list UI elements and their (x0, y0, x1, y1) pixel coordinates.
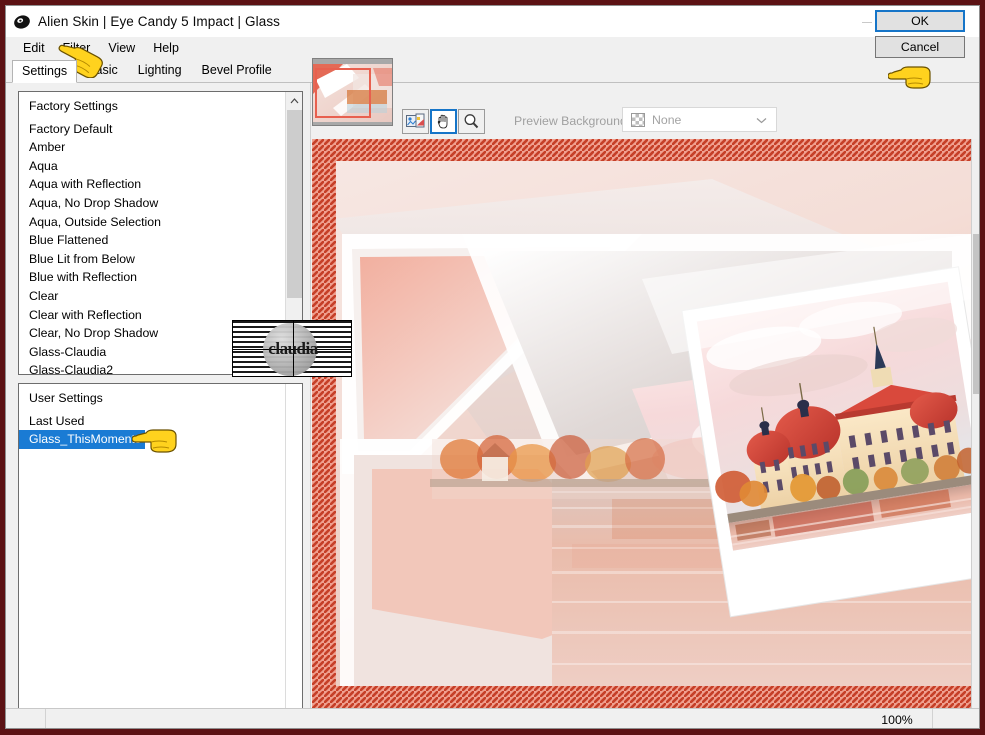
preview-background-label: Preview Background: (514, 114, 631, 128)
menu-help[interactable]: Help (144, 39, 188, 57)
user-list-scrollbar[interactable] (285, 384, 302, 728)
preview-scrollbar[interactable] (971, 139, 979, 708)
zoom-level-readout: 100% (881, 713, 913, 727)
pan-hand-icon[interactable] (430, 109, 457, 134)
alienskin-icon (12, 11, 34, 33)
navigator-thumbnail[interactable] (312, 58, 393, 126)
tab-basic[interactable]: Basic (77, 59, 128, 82)
user-settings-list[interactable]: User Settings Last Used Glass_ThisMoment… (18, 383, 303, 728)
factory-settings-header: Factory Settings (29, 99, 118, 113)
user-settings-header: User Settings (29, 391, 103, 405)
dialog-buttons: OK Cancel (875, 10, 965, 58)
scrollbar-thumb[interactable] (287, 110, 302, 298)
list-item[interactable]: Blue Lit from Below (19, 250, 302, 269)
window-title: Alien Skin | Eye Candy 5 Impact | Glass (38, 14, 281, 29)
list-item[interactable]: Blue Flattened (19, 231, 302, 250)
window-inner: Alien Skin | Eye Candy 5 Impact | Glass … (5, 5, 980, 729)
preview-toolbar: Preview Background: None (312, 58, 979, 139)
list-item-glass-thismoments[interactable]: Glass_ThisMoments (19, 430, 146, 449)
preview-compare-icon[interactable] (402, 109, 429, 134)
tab-lighting[interactable]: Lighting (128, 59, 192, 82)
title-bar: Alien Skin | Eye Candy 5 Impact | Glass (6, 6, 979, 37)
status-bar: 100% (6, 708, 979, 729)
tab-strip: Settings Basic Lighting Bevel Profile (6, 59, 979, 83)
navigator-viewport-rect[interactable] (315, 68, 371, 118)
list-item[interactable]: Aqua, Outside Selection (19, 213, 302, 232)
tab-bevel-profile[interactable]: Bevel Profile (192, 59, 282, 82)
status-cell-left (6, 708, 46, 728)
ok-button[interactable]: OK (875, 10, 965, 32)
tab-settings[interactable]: Settings (12, 60, 78, 83)
status-cell-main (46, 708, 933, 728)
zoom-magnifier-icon[interactable] (458, 109, 485, 134)
list-item[interactable]: Factory Default (19, 120, 302, 139)
cancel-button[interactable]: Cancel (875, 36, 965, 58)
list-item[interactable]: Aqua (19, 157, 302, 176)
status-cell-right (933, 709, 979, 729)
list-item[interactable]: Blue with Reflection (19, 268, 302, 287)
settings-panel: Factory Settings Factory Default Amber A… (6, 83, 311, 728)
watermark-text: claudia (268, 339, 318, 358)
menu-view[interactable]: View (99, 39, 144, 57)
preview-artwork (312, 139, 972, 708)
scroll-up-arrow[interactable] (286, 92, 302, 109)
menu-edit[interactable]: Edit (14, 39, 54, 57)
preview-panel: Preview Background: None (312, 58, 979, 708)
claudia-watermark: claudia (232, 320, 352, 377)
list-item[interactable]: Aqua, No Drop Shadow (19, 194, 302, 213)
menu-bar: Edit Filter View Help (6, 37, 979, 59)
preview-background-value: None (652, 112, 682, 127)
window-frame: Alien Skin | Eye Candy 5 Impact | Glass … (0, 0, 985, 735)
preview-background-select[interactable]: None (622, 107, 777, 132)
list-item-last-used[interactable]: Last Used (19, 412, 302, 431)
checker-swatch-icon (631, 112, 645, 127)
list-item[interactable]: Amber (19, 138, 302, 157)
menu-filter[interactable]: Filter (54, 39, 100, 57)
list-item[interactable]: Clear (19, 287, 302, 306)
list-item[interactable]: Aqua with Reflection (19, 175, 302, 194)
preview-scrollbar-thumb[interactable] (973, 234, 979, 394)
chevron-down-icon[interactable] (756, 111, 767, 129)
preview-canvas[interactable] (312, 139, 979, 708)
